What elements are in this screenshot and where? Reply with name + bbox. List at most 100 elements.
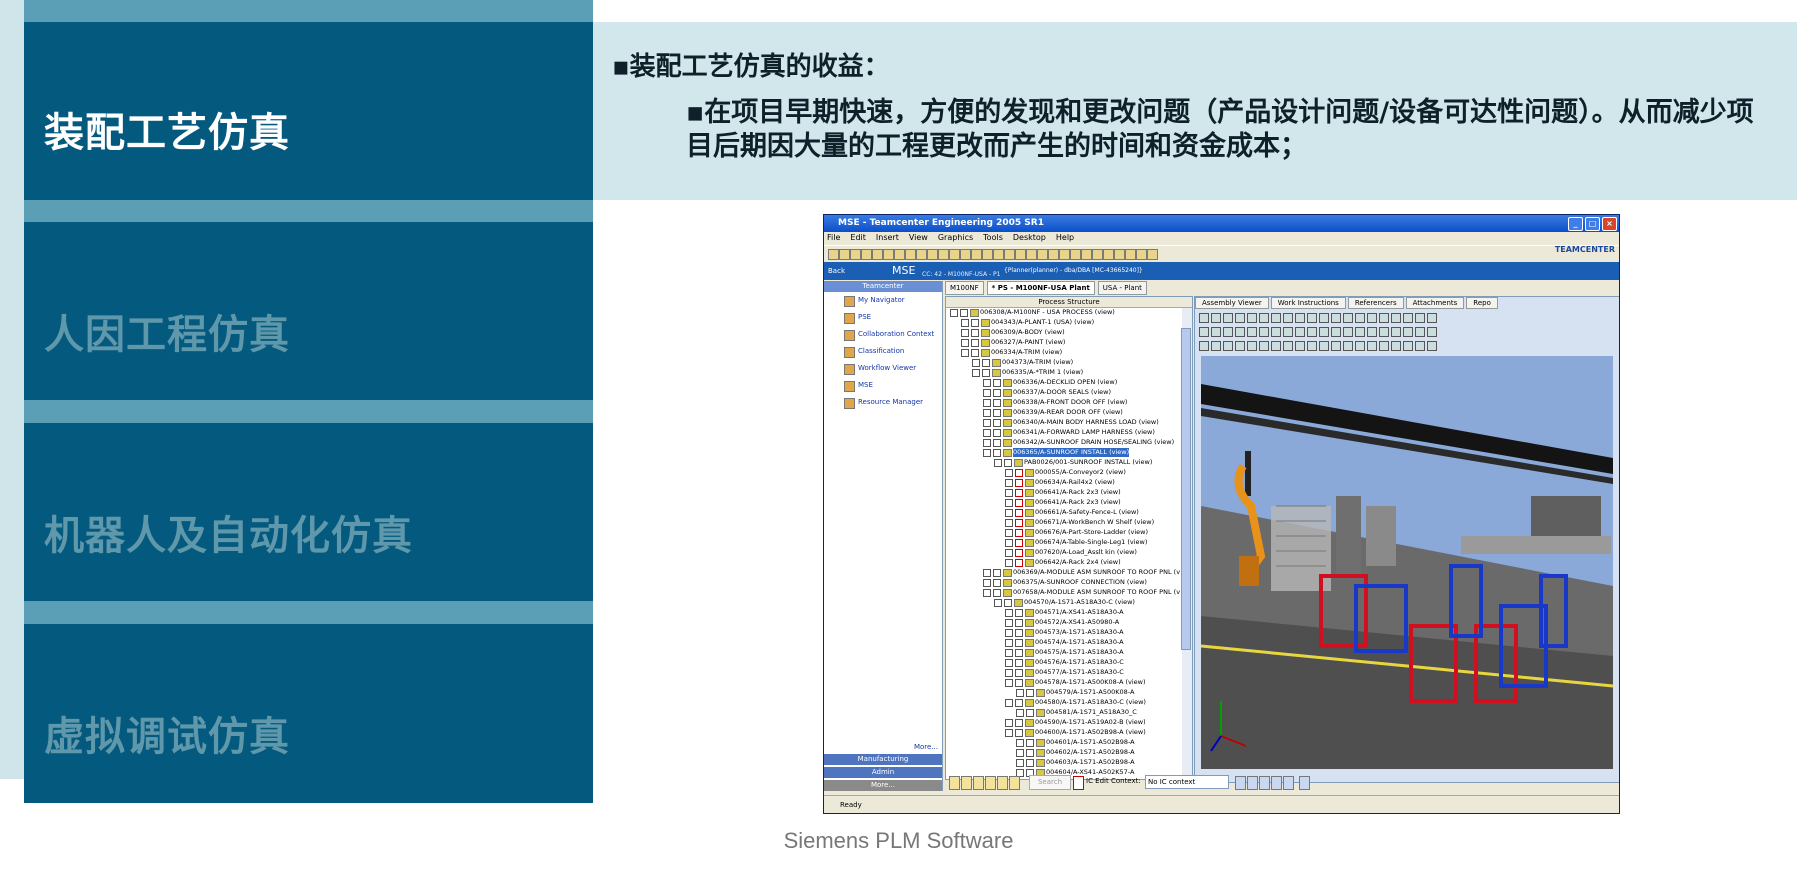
- tree-row[interactable]: 006341/A-FORWARD LAMP HARNESS (view): [946, 428, 1180, 437]
- tool-icon[interactable]: [973, 776, 984, 790]
- expand-toggle[interactable]: [972, 359, 980, 367]
- expand-toggle[interactable]: [961, 339, 969, 347]
- toolbar-icon[interactable]: [1103, 249, 1114, 260]
- expand-toggle[interactable]: [1005, 469, 1013, 477]
- expand-toggle[interactable]: [1016, 739, 1024, 747]
- expand-toggle[interactable]: [1016, 749, 1024, 757]
- tree-row[interactable]: 004572/A-XS41-A50980-A: [946, 618, 1180, 627]
- expand-toggle[interactable]: [1005, 639, 1013, 647]
- row-checkbox[interactable]: [1004, 459, 1012, 467]
- expand-toggle[interactable]: [1016, 689, 1024, 697]
- tree-row[interactable]: 006308/A-M100NF - USA PROCESS (view): [946, 308, 1180, 317]
- expand-toggle[interactable]: [1005, 539, 1013, 547]
- row-checkbox[interactable]: [993, 389, 1001, 397]
- tool-icon[interactable]: [1259, 776, 1270, 790]
- row-checkbox[interactable]: [1015, 529, 1023, 537]
- tree-row[interactable]: 004579/A-1S71-A500K08-A: [946, 688, 1180, 697]
- tree-row[interactable]: 007620/A-Load_Asslt kin (view): [946, 548, 1180, 557]
- tree-row[interactable]: 004575/A-1S71-A518A30-A: [946, 648, 1180, 657]
- expand-toggle[interactable]: [983, 569, 991, 577]
- toolbar-icon[interactable]: [1114, 249, 1125, 260]
- expand-toggle[interactable]: [983, 399, 991, 407]
- toolbar-icon[interactable]: [1015, 249, 1026, 260]
- expand-toggle[interactable]: [1005, 479, 1013, 487]
- expand-toggle[interactable]: [983, 419, 991, 427]
- toolbar-icon[interactable]: [872, 249, 883, 260]
- row-checkbox[interactable]: [993, 379, 1001, 387]
- row-checkbox[interactable]: [1015, 619, 1023, 627]
- tree-row[interactable]: 006641/A-Rack 2x3 (view): [946, 488, 1180, 497]
- expand-toggle[interactable]: [983, 579, 991, 587]
- tool-icon[interactable]: [1247, 776, 1258, 790]
- expand-toggle[interactable]: [1005, 509, 1013, 517]
- expand-toggle[interactable]: [983, 589, 991, 597]
- tree-row[interactable]: 007658/A-MODULE ASM SUNROOF TO ROOF PNL …: [946, 588, 1180, 597]
- tool-icon[interactable]: [1235, 776, 1246, 790]
- back-button[interactable]: Back: [828, 262, 845, 280]
- tree-row[interactable]: 006336/A-DECKLID OPEN (view): [946, 378, 1180, 387]
- row-checkbox[interactable]: [1015, 539, 1023, 547]
- navigator-item[interactable]: PSE: [824, 309, 942, 326]
- viewer-tab[interactable]: Attachments: [1405, 297, 1465, 309]
- row-checkbox[interactable]: [960, 309, 968, 317]
- search-button[interactable]: Search: [1029, 775, 1071, 790]
- row-checkbox[interactable]: [971, 349, 979, 357]
- navigator-item[interactable]: Workflow Viewer: [824, 360, 942, 377]
- menu-item[interactable]: View: [909, 232, 928, 244]
- row-checkbox[interactable]: [1026, 749, 1034, 757]
- row-checkbox[interactable]: [993, 569, 1001, 577]
- tab-usa-plant[interactable]: USA - Plant: [1097, 281, 1147, 295]
- row-checkbox[interactable]: [1015, 489, 1023, 497]
- row-checkbox[interactable]: [1015, 509, 1023, 517]
- expand-toggle[interactable]: [950, 309, 958, 317]
- tool-icon[interactable]: [985, 776, 996, 790]
- tree-row[interactable]: 006334/A-TRIM (view): [946, 348, 1180, 357]
- tree-row[interactable]: 004576/A-1S71-A518A30-C: [946, 658, 1180, 667]
- expand-toggle[interactable]: [1016, 709, 1024, 717]
- menu-item[interactable]: Desktop: [1013, 232, 1046, 244]
- menu-item[interactable]: Insert: [876, 232, 899, 244]
- expand-toggle[interactable]: [1005, 629, 1013, 637]
- tree-row[interactable]: 006342/A-SUNROOF DRAIN HOSE/SEALING (vie…: [946, 438, 1180, 447]
- row-checkbox[interactable]: [993, 429, 1001, 437]
- viewer-tab[interactable]: Work Instructions: [1270, 297, 1346, 309]
- tree-row[interactable]: 004373/A-TRIM (view): [946, 358, 1180, 367]
- expand-toggle[interactable]: [983, 389, 991, 397]
- tree-row[interactable]: 006365/A-SUNROOF INSTALL (view): [946, 448, 1180, 457]
- tree-row[interactable]: 006369/A-MODULE ASM SUNROOF TO ROOF PNL …: [946, 568, 1180, 577]
- tree-row[interactable]: 006327/A-PAINT (view): [946, 338, 1180, 347]
- row-checkbox[interactable]: [993, 439, 1001, 447]
- more-link[interactable]: More...: [914, 743, 938, 751]
- tab-ps-plant[interactable]: * PS - M100NF-USA Plant: [986, 281, 1095, 295]
- tool-icon[interactable]: [997, 776, 1008, 790]
- toolbar-icon[interactable]: [1125, 249, 1136, 260]
- expand-toggle[interactable]: [1005, 649, 1013, 657]
- row-checkbox[interactable]: [993, 579, 1001, 587]
- tree-row[interactable]: 004578/A-1S71-A500K08-A (view): [946, 678, 1180, 687]
- expand-toggle[interactable]: [1005, 489, 1013, 497]
- expand-toggle[interactable]: [961, 329, 969, 337]
- row-checkbox[interactable]: [1026, 689, 1034, 697]
- expand-toggle[interactable]: [983, 379, 991, 387]
- menu-item[interactable]: File: [827, 232, 840, 244]
- tool-icon[interactable]: [1283, 776, 1294, 790]
- navigator-item[interactable]: MSE: [824, 377, 942, 394]
- tool-icon[interactable]: [1009, 776, 1020, 790]
- toolbar-icon[interactable]: [1070, 249, 1081, 260]
- tree-row[interactable]: 004577/A-1S71-A518A30-C: [946, 668, 1180, 677]
- expand-toggle[interactable]: [1005, 659, 1013, 667]
- toolbar-icon[interactable]: [1059, 249, 1070, 260]
- row-checkbox[interactable]: [1015, 629, 1023, 637]
- toolbar-icon[interactable]: [1048, 249, 1059, 260]
- navigator-item[interactable]: Resource Manager: [824, 394, 942, 411]
- toolbar-icon[interactable]: [850, 249, 861, 260]
- toolbar-icon[interactable]: [894, 249, 905, 260]
- expand-toggle[interactable]: [1005, 529, 1013, 537]
- tree-row[interactable]: 004573/A-1S71-A518A30-A: [946, 628, 1180, 637]
- row-checkbox[interactable]: [1015, 649, 1023, 657]
- toolbar-icon[interactable]: [1136, 249, 1147, 260]
- tree-row[interactable]: 006642/A-Rack 2x4 (view): [946, 558, 1180, 567]
- row-checkbox[interactable]: [1015, 669, 1023, 677]
- expand-toggle[interactable]: [983, 429, 991, 437]
- row-checkbox[interactable]: [1015, 549, 1023, 557]
